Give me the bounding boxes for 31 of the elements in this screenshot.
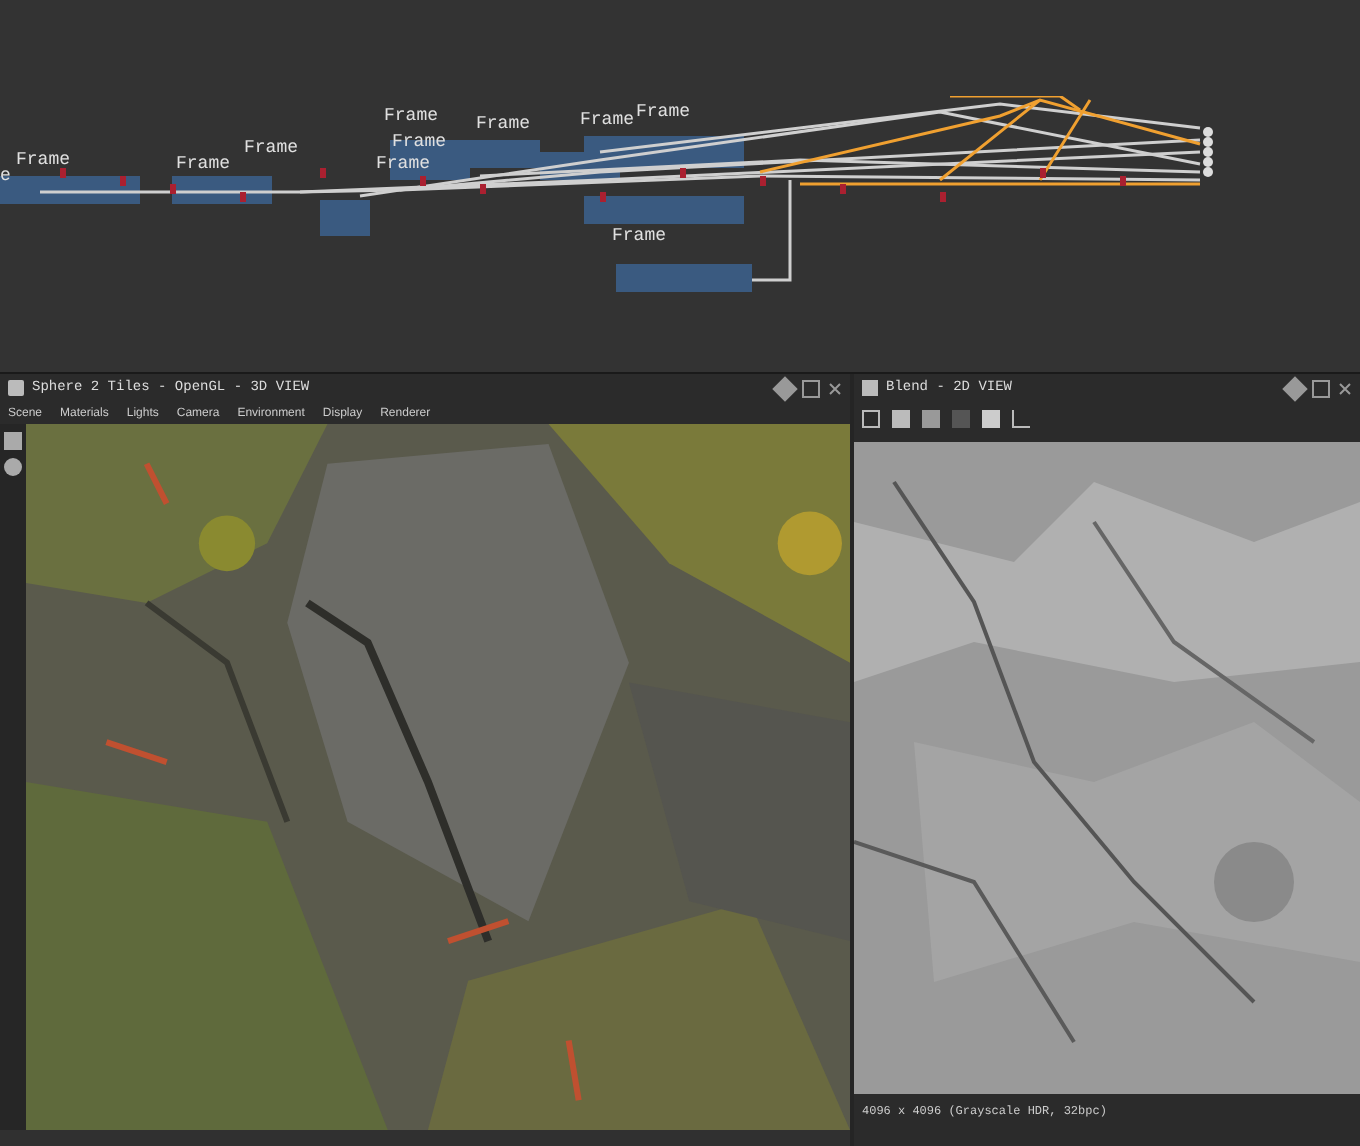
port-marker[interactable] [600, 192, 606, 202]
close-icon[interactable] [1338, 381, 1352, 395]
frame-label: Frame [244, 140, 299, 158]
frame-label: Frame [476, 116, 531, 134]
port-marker[interactable] [240, 192, 246, 202]
frame-label: Frame [580, 112, 635, 130]
frame-label: Frame [636, 104, 691, 122]
port-marker[interactable] [320, 168, 326, 178]
port-marker[interactable] [760, 176, 766, 186]
port-marker[interactable] [680, 168, 686, 178]
port-marker[interactable] [480, 184, 486, 194]
output-ports[interactable] [1203, 127, 1213, 177]
port-marker[interactable] [1040, 168, 1046, 178]
maximize-icon[interactable] [1312, 379, 1330, 397]
frame-label: Frame [176, 156, 231, 174]
port-marker[interactable] [120, 176, 126, 186]
maximize-icon[interactable] [802, 379, 820, 397]
close-icon[interactable] [828, 381, 842, 395]
port-marker[interactable] [60, 168, 66, 178]
frame-label: Frame [384, 108, 439, 126]
port-marker[interactable] [420, 176, 426, 186]
port-marker[interactable] [840, 184, 846, 194]
port-marker[interactable] [940, 192, 946, 202]
frame-label: e [0, 168, 11, 186]
frame-box[interactable] [172, 176, 272, 204]
port-marker[interactable] [1120, 176, 1126, 186]
frame-label: Frame [392, 134, 447, 152]
frame-label: Frame [16, 152, 71, 170]
frame-label: Frame [376, 156, 431, 174]
port-marker[interactable] [170, 184, 176, 194]
frame-label: Frame [612, 228, 667, 246]
